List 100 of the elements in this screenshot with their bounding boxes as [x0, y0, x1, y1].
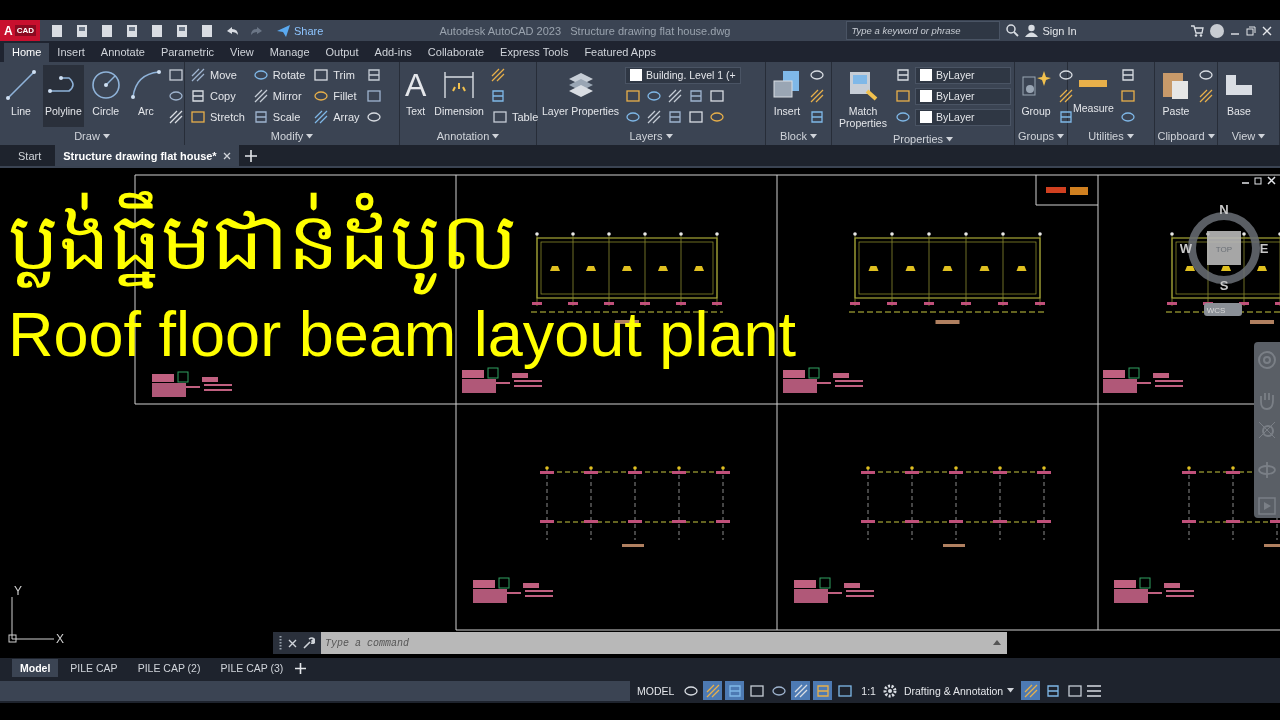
undo-icon[interactable] — [225, 24, 239, 37]
toolbar-file-icon[interactable] — [200, 23, 214, 38]
tool-icon[interactable] — [1198, 88, 1214, 104]
wrench-icon[interactable] — [303, 637, 315, 649]
tool-icon[interactable] — [489, 67, 506, 83]
panel-title[interactable]: Properties — [892, 133, 944, 145]
command-input[interactable]: Type a command — [321, 632, 1007, 654]
ribbon-tab[interactable]: Featured Apps — [576, 43, 664, 62]
layout-tab[interactable]: PILE CAP — [62, 659, 126, 677]
toolbar-file-icon[interactable] — [75, 23, 89, 38]
ribbon-tool-button[interactable]: Table — [489, 109, 541, 125]
caret-icon[interactable] — [1258, 133, 1266, 139]
ribbon-tool-button[interactable]: Dimension — [432, 65, 486, 127]
close-icon[interactable] — [222, 151, 231, 160]
ribbon-tool-button[interactable]: Mirror — [250, 88, 308, 104]
ribbon-tab[interactable]: View — [222, 43, 262, 62]
panel-title[interactable]: Groups — [1017, 130, 1055, 142]
panel-title[interactable]: Draw — [74, 130, 100, 142]
dropdown-field[interactable]: ByLayer — [915, 87, 1011, 105]
ribbon-tool-button[interactable]: Fillet — [311, 88, 362, 104]
caret-icon[interactable] — [1207, 133, 1215, 139]
toolbar-file-icon[interactable] — [100, 23, 114, 38]
ribbon-tool-button[interactable]: Group — [1018, 65, 1054, 127]
ribbon-tool-button[interactable]: Polyline — [43, 65, 84, 127]
layout-tab[interactable]: PILE CAP (3) — [212, 659, 292, 677]
ribbon-tab[interactable]: Collaborate — [419, 43, 493, 62]
settings-icon[interactable] — [882, 683, 897, 698]
caret-icon[interactable] — [1007, 688, 1015, 693]
ribbon-tab[interactable]: Insert — [49, 43, 93, 62]
layout-tab[interactable]: Model — [12, 659, 59, 677]
add-icon[interactable] — [295, 662, 307, 674]
ribbon-tool-button[interactable]: Array — [311, 109, 362, 125]
restore-icon[interactable] — [1246, 25, 1256, 36]
close-icon[interactable] — [1262, 25, 1272, 36]
ribbon-tool-button[interactable]: Rotate — [250, 67, 308, 83]
panel-title[interactable]: View — [1231, 130, 1256, 142]
restore-icon[interactable] — [1254, 176, 1263, 185]
annotation-scale[interactable]: 1:1 — [857, 684, 880, 697]
close-icon[interactable] — [288, 638, 297, 648]
compass-label[interactable]: W — [1180, 241, 1193, 256]
caret-icon[interactable] — [1126, 133, 1134, 139]
document-tab[interactable]: Structure drawing flat house* — [55, 145, 239, 166]
caret-icon[interactable] — [1057, 133, 1065, 139]
ribbon-tool-button[interactable]: Stretch — [188, 109, 247, 125]
ribbon-tool-button[interactable]: A Text — [403, 65, 429, 127]
ribbon-tool-button[interactable]: Line — [3, 65, 39, 127]
tool-icon[interactable] — [646, 109, 663, 125]
ribbon-tool-button[interactable]: Move — [188, 67, 247, 83]
ribbon-tool-button[interactable]: Copy — [188, 88, 247, 104]
ribbon-tool-button[interactable]: Insert — [769, 65, 805, 127]
ribbon-tab[interactable]: Home — [4, 43, 50, 62]
panel-title[interactable]: Modify — [270, 130, 304, 142]
panel-title[interactable]: Annotation — [436, 130, 490, 142]
ribbon-tool-button[interactable]: Base — [1221, 65, 1257, 127]
ribbon-tool-button[interactable]: Layer Properties — [540, 65, 622, 127]
cart-icon[interactable] — [1191, 24, 1204, 37]
add-icon[interactable] — [244, 149, 257, 162]
ribbon-tool-button[interactable]: Arc — [127, 65, 164, 127]
search-icon[interactable] — [1006, 24, 1020, 37]
toolbar-file-icon[interactable] — [150, 23, 164, 38]
toolbar-file-icon[interactable] — [50, 23, 64, 38]
panel-title[interactable]: Layers — [629, 130, 663, 142]
tool-icon[interactable] — [1198, 67, 1214, 83]
dropdown-field[interactable]: ByLayer — [915, 108, 1011, 126]
tool-icon[interactable] — [190, 88, 206, 104]
menu-icon[interactable] — [1087, 684, 1102, 697]
ribbon-tool-button[interactable]: Match Properties — [835, 65, 891, 133]
compass-label[interactable]: E — [1259, 241, 1269, 256]
dropdown-field[interactable]: Building. Level 1 (+ — [625, 66, 741, 84]
tool-icon[interactable] — [809, 67, 825, 83]
share-button[interactable]: Share — [277, 24, 324, 37]
tool-icon[interactable] — [365, 109, 382, 125]
document-tab[interactable]: Start — [10, 145, 50, 166]
ribbon-tool-button[interactable]: Trim — [311, 67, 362, 83]
tool-icon[interactable] — [709, 109, 726, 125]
dropdown-field[interactable]: ByLayer — [915, 66, 1011, 84]
tool-icon[interactable] — [1058, 109, 1074, 125]
toolbar-file-icon[interactable] — [175, 23, 189, 38]
tool-icon[interactable] — [365, 67, 382, 83]
caret-icon[interactable] — [492, 133, 500, 139]
caret-icon[interactable] — [665, 133, 673, 139]
tool-icon[interactable] — [252, 88, 269, 104]
sign-in-button[interactable]: Sign In — [1025, 24, 1077, 37]
tool-icon[interactable] — [167, 109, 184, 125]
tool-icon[interactable] — [1058, 67, 1074, 83]
panel-title[interactable]: Clipboard — [1157, 130, 1205, 142]
caret-icon[interactable] — [306, 133, 314, 139]
tool-icon[interactable] — [1058, 88, 1074, 104]
compass-label[interactable]: S — [1219, 278, 1229, 293]
layout-tab[interactable]: PILE CAP (2) — [129, 659, 209, 677]
ribbon-tab[interactable]: Output — [317, 43, 367, 62]
workspace-dropdown[interactable]: Drafting & Annotation — [899, 684, 1019, 697]
app-logo[interactable]: A CAD — [0, 20, 40, 41]
ribbon-tab[interactable]: Manage — [261, 43, 318, 62]
search-field[interactable]: Type a keyword or phrase — [846, 21, 1001, 40]
ribbon-tab[interactable]: Annotate — [92, 43, 153, 62]
grip-icon[interactable] — [279, 636, 282, 650]
tool-icon[interactable] — [313, 88, 330, 104]
tool-icon[interactable] — [667, 88, 684, 104]
close-icon[interactable] — [1267, 176, 1276, 185]
